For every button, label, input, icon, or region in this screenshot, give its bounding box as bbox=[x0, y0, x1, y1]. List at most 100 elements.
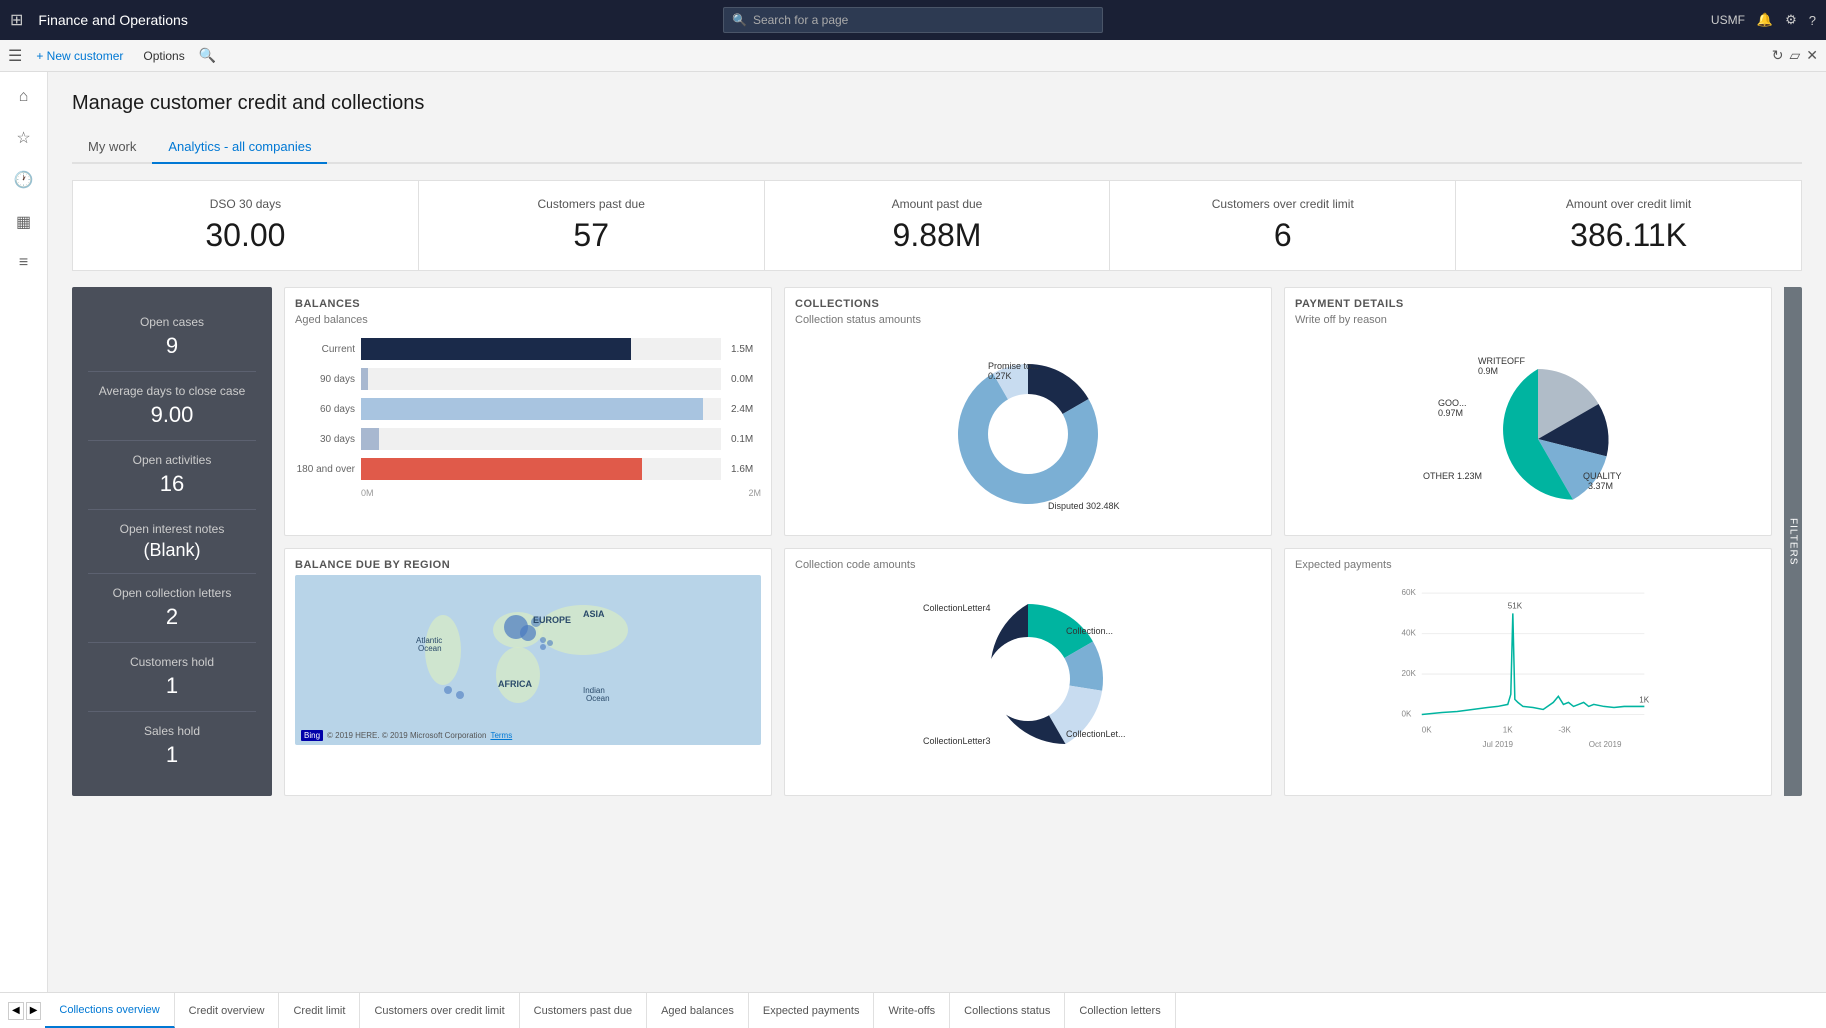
minimize-icon[interactable]: ▱ bbox=[1789, 47, 1800, 64]
bottom-tab-customers-past-due[interactable]: Customers past due bbox=[520, 993, 647, 1028]
bar-label-current: Current bbox=[295, 344, 355, 355]
kpi-dso-label: DSO 30 days bbox=[85, 197, 406, 211]
svg-text:Jul 2019: Jul 2019 bbox=[1482, 739, 1513, 748]
bar-fill-current bbox=[361, 338, 631, 360]
bottom-tab-expected-payments[interactable]: Expected payments bbox=[749, 993, 875, 1028]
bottom-tab-next[interactable]: ▶ bbox=[26, 1002, 42, 1020]
bar-track-90 bbox=[361, 368, 721, 390]
svg-text:Ocean: Ocean bbox=[586, 694, 610, 703]
tab-analytics[interactable]: Analytics - all companies bbox=[152, 131, 327, 164]
bar-track-current bbox=[361, 338, 721, 360]
bottom-tab-customers-over-credit[interactable]: Customers over credit limit bbox=[360, 993, 519, 1028]
center-panels: BALANCES Aged balances Current 1.5M bbox=[284, 287, 1772, 796]
kpi-amount-over-credit-value: 386.11K bbox=[1468, 217, 1789, 254]
sidebar-star-icon[interactable]: ☆ bbox=[0, 120, 47, 156]
metric-open-cases-label: Open cases bbox=[88, 315, 256, 329]
metric-customers-hold-value: 1 bbox=[88, 673, 256, 699]
settings-icon[interactable]: ⚙ bbox=[1785, 12, 1797, 28]
bar-track-30 bbox=[361, 428, 721, 450]
metric-sales-hold: Sales hold 1 bbox=[88, 712, 256, 780]
new-customer-label: + New customer bbox=[36, 49, 123, 63]
bar-fill-60 bbox=[361, 398, 703, 420]
collections-column: COLLECTIONS Collection status amounts bbox=[784, 287, 1272, 796]
svg-text:1K: 1K bbox=[1639, 695, 1649, 704]
kpi-dso-value: 30.00 bbox=[85, 217, 406, 254]
new-customer-button[interactable]: + New customer bbox=[30, 47, 129, 65]
bar-row-60: 60 days 2.4M bbox=[295, 398, 761, 420]
svg-text:1K: 1K bbox=[1503, 725, 1513, 734]
bar-value-90: 0.0M bbox=[731, 374, 761, 385]
maximize-icon[interactable]: ✕ bbox=[1806, 47, 1818, 64]
bar-axis: 0M 2M bbox=[295, 488, 761, 498]
map-card: Balance due by region bbox=[284, 548, 772, 797]
action-search-icon[interactable]: 🔍 bbox=[199, 47, 216, 64]
bar-row-current: Current 1.5M bbox=[295, 338, 761, 360]
collection-status-svg: Promise to... 0.27K Disputed 302.48K bbox=[928, 334, 1128, 524]
bar-fill-90 bbox=[361, 368, 368, 390]
bar-fill-30 bbox=[361, 428, 379, 450]
svg-text:ASIA: ASIA bbox=[583, 609, 605, 619]
bottom-tab-writeoffs[interactable]: Write-offs bbox=[874, 993, 950, 1028]
bottom-tab-collections-status[interactable]: Collections status bbox=[950, 993, 1065, 1028]
bar-track-180 bbox=[361, 458, 721, 480]
svg-text:3.37M: 3.37M bbox=[1588, 481, 1613, 491]
writeoff-title: Write off by reason bbox=[1295, 314, 1761, 326]
bottom-tab-credit-overview[interactable]: Credit overview bbox=[175, 993, 280, 1028]
bottom-tab-credit-limit[interactable]: Credit limit bbox=[279, 993, 360, 1028]
balances-title: BALANCES bbox=[295, 298, 761, 310]
bottom-tab-collections-overview[interactable]: Collections overview bbox=[45, 993, 174, 1028]
kpi-amount-over-credit-label: Amount over credit limit bbox=[1468, 197, 1789, 211]
aged-balances-card: BALANCES Aged balances Current 1.5M bbox=[284, 287, 772, 536]
writeoff-pie: WRITEOFF 0.9M GOO... 0.97M OTHER 1.23M Q… bbox=[1295, 334, 1761, 524]
bar-row-180: 180 and over 1.6M bbox=[295, 458, 761, 480]
kpi-past-due-label: Customers past due bbox=[431, 197, 752, 211]
metric-collection-letters-label: Open collection letters bbox=[88, 586, 256, 600]
svg-text:0.27K: 0.27K bbox=[988, 371, 1012, 381]
main-content: Manage customer credit and collections M… bbox=[48, 72, 1826, 1028]
metric-sales-hold-label: Sales hold bbox=[88, 724, 256, 738]
dashboard-grid: Open cases 9 Average days to close case … bbox=[72, 287, 1802, 796]
tab-mywork[interactable]: My work bbox=[72, 131, 152, 164]
bottom-tab-collection-letters[interactable]: Collection letters bbox=[1065, 993, 1175, 1028]
sidebar-home-icon[interactable]: ⌂ bbox=[0, 80, 47, 114]
sidebar-list-icon[interactable]: ≡ bbox=[0, 246, 47, 280]
nav-toggle-icon[interactable]: ☰ bbox=[8, 46, 22, 66]
svg-text:-3K: -3K bbox=[1558, 725, 1571, 734]
left-metrics-panel: Open cases 9 Average days to close case … bbox=[72, 287, 272, 796]
metric-interest-notes: Open interest notes (Blank) bbox=[88, 510, 256, 574]
bottom-tab-aged-balances[interactable]: Aged balances bbox=[647, 993, 749, 1028]
top-nav: ⊞ Finance and Operations 🔍 Search for a … bbox=[0, 0, 1826, 40]
search-icon: 🔍 bbox=[732, 13, 747, 27]
filters-panel[interactable]: FILTERS bbox=[1784, 287, 1802, 796]
options-button[interactable]: Options bbox=[137, 47, 190, 65]
refresh-icon[interactable]: ↻ bbox=[1772, 47, 1784, 64]
action-bar: ☰ + New customer Options 🔍 ↻ ▱ ✕ bbox=[0, 40, 1826, 72]
map-visualization: EUROPE ASIA AFRICA Atlantic Ocean Indian… bbox=[295, 575, 761, 745]
search-bar[interactable]: 🔍 Search for a page bbox=[723, 7, 1103, 33]
axis-2m: 2M bbox=[748, 488, 761, 498]
metric-open-cases-value: 9 bbox=[88, 333, 256, 359]
axis-0m: 0M bbox=[361, 488, 374, 498]
bottom-tab-prev[interactable]: ◀ bbox=[8, 1002, 24, 1020]
metric-open-activities-label: Open activities bbox=[88, 453, 256, 467]
metric-collection-letters: Open collection letters 2 bbox=[88, 574, 256, 643]
svg-text:20K: 20K bbox=[1402, 669, 1417, 678]
bar-label-90: 90 days bbox=[295, 374, 355, 385]
expected-payments-title: Expected payments bbox=[1295, 559, 1761, 571]
kpi-over-credit-value: 6 bbox=[1122, 217, 1443, 254]
balances-subtitle: Aged balances bbox=[295, 314, 761, 326]
metric-avg-days-value: 9.00 bbox=[88, 402, 256, 428]
map-terms[interactable]: Terms bbox=[490, 731, 512, 740]
sidebar-recent-icon[interactable]: 🕐 bbox=[0, 162, 47, 198]
app-grid-icon[interactable]: ⊞ bbox=[10, 10, 23, 30]
help-icon[interactable]: ? bbox=[1809, 13, 1816, 28]
svg-text:QUALITY: QUALITY bbox=[1583, 471, 1622, 481]
svg-text:0K: 0K bbox=[1402, 709, 1412, 718]
sidebar-workspace-icon[interactable]: ▦ bbox=[0, 204, 47, 240]
collections-title: COLLECTIONS bbox=[795, 298, 1261, 310]
bell-icon[interactable]: 🔔 bbox=[1757, 12, 1773, 28]
filters-label: FILTERS bbox=[1788, 518, 1799, 565]
svg-text:EUROPE: EUROPE bbox=[533, 615, 571, 625]
svg-text:Collection...: Collection... bbox=[1066, 626, 1113, 636]
bar-label-30: 30 days bbox=[295, 434, 355, 445]
